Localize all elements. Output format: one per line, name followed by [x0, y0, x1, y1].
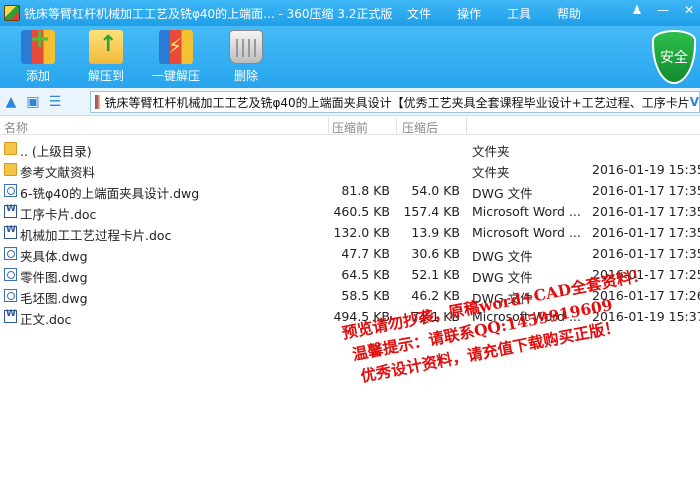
extract-icon	[89, 30, 123, 64]
minimize-icon[interactable]: —	[656, 3, 670, 17]
file-row[interactable]: 工序卡片.doc 460.5 KB 157.4 KB Microsoft Wor…	[0, 201, 700, 222]
file-name: .. (上级目录)	[20, 144, 92, 159]
window-controls: ♟ — ✕	[630, 3, 696, 17]
file-date: 2016-01-19 15:35	[592, 162, 700, 177]
security-shield-icon[interactable]: 安全	[652, 30, 696, 84]
file-date: 2016-01-17 17:35	[592, 183, 700, 198]
folder-icon	[4, 163, 17, 176]
address-bar: ▲ ▣ ☰ 铣床等臂杠杆机械加工工艺及铣φ40的上端面夹具设计【优秀工艺夹具全套…	[0, 88, 700, 116]
app-logo-icon	[4, 5, 20, 21]
file-date: 2016-01-17 17:35	[592, 246, 700, 261]
file-type: 文件夹	[472, 165, 510, 180]
word-file-icon	[4, 309, 17, 323]
toolbar: 添加 解压到 一键解压 删除 安全	[0, 24, 700, 88]
file-name: 零件图.dwg	[20, 270, 88, 285]
file-size: 64.5 KB	[341, 267, 390, 282]
file-packed-size: 30.6 KB	[411, 246, 460, 261]
menu-help[interactable]: 帮助	[544, 5, 594, 22]
file-size: 132.0 KB	[333, 225, 390, 240]
file-type: Microsoft Word ...	[472, 204, 581, 219]
file-row[interactable]: 参考文献资料 文件夹 2016-01-19 15:35	[0, 159, 700, 180]
file-packed-size: 157.4 KB	[403, 204, 460, 219]
file-name: 工序卡片.doc	[20, 207, 97, 222]
extract-label: 解压到	[87, 69, 124, 83]
skin-icon[interactable]: ♟	[630, 3, 644, 17]
folder-icon	[4, 142, 17, 155]
word-file-icon	[4, 225, 17, 239]
large-icons-view-icon[interactable]: ▣	[22, 91, 44, 113]
column-size[interactable]: 压缩前	[332, 119, 368, 136]
close-icon[interactable]: ✕	[682, 3, 696, 17]
trash-icon	[229, 30, 263, 64]
one-click-extract-label: 一键解压	[151, 69, 200, 83]
column-packed[interactable]: 压缩后	[402, 119, 438, 136]
shield-label: 安全	[660, 50, 688, 66]
column-divider[interactable]	[466, 117, 467, 135]
word-file-icon	[4, 204, 17, 218]
add-archive-icon	[21, 24, 55, 64]
file-name: 毛坯图.dwg	[20, 291, 88, 306]
list-header: 名称 压缩前 压缩后	[0, 117, 700, 135]
file-size: 58.5 KB	[341, 288, 390, 303]
path-field[interactable]: 铣床等臂杠杆机械加工工艺及铣φ40的上端面夹具设计【优秀工艺夹具全套课程毕业设计…	[90, 91, 700, 113]
add-label: 添加	[25, 69, 50, 83]
dwg-file-icon	[4, 184, 17, 197]
column-divider[interactable]	[396, 117, 397, 135]
file-type: DWG 文件	[472, 186, 533, 201]
menu-bar: 文件 操作 工具 帮助	[394, 5, 594, 22]
file-size: 81.8 KB	[341, 183, 390, 198]
file-type: DWG 文件	[472, 270, 533, 285]
column-name[interactable]: 名称	[4, 119, 28, 136]
menu-tools[interactable]: 工具	[494, 5, 544, 22]
one-click-extract-icon	[159, 30, 193, 64]
file-type: 文件夹	[472, 144, 510, 159]
file-type: DWG 文件	[472, 249, 533, 264]
file-packed-size: 54.0 KB	[411, 183, 460, 198]
delete-label: 删除	[233, 69, 258, 83]
file-date: 2016-01-17 17:35	[592, 225, 700, 240]
menu-file[interactable]: 文件	[394, 5, 444, 22]
dwg-file-icon	[4, 289, 17, 302]
archive-icon	[95, 95, 101, 109]
dwg-file-icon	[4, 268, 17, 281]
file-row[interactable]: 机械加工工艺过程卡片.doc 132.0 KB 13.9 KB Microsof…	[0, 222, 700, 243]
file-type: Microsoft Word ...	[472, 225, 581, 240]
file-size: 47.7 KB	[341, 246, 390, 261]
window-title: 铣床等臂杠杆机械加工工艺及铣φ40的上端面... - 360压缩 3.2正式版	[24, 6, 393, 21]
file-row[interactable]: .. (上级目录) 文件夹	[0, 138, 700, 159]
column-divider[interactable]	[328, 117, 329, 135]
up-arrow-icon[interactable]: ▲	[0, 91, 22, 113]
menu-operate[interactable]: 操作	[444, 5, 494, 22]
path-dropdown-icon[interactable]: V	[690, 95, 699, 109]
list-view-icon[interactable]: ☰	[44, 91, 66, 113]
path-text: 铣床等臂杠杆机械加工工艺及铣φ40的上端面夹具设计【优秀工艺夹具全套课程毕业设计…	[104, 95, 690, 110]
file-name: 6-铣φ40的上端面夹具设计.dwg	[20, 186, 200, 201]
file-date: 2016-01-17 17:35	[592, 204, 700, 219]
one-click-extract-button[interactable]: 一键解压	[140, 30, 212, 84]
file-packed-size: 13.9 KB	[411, 225, 460, 240]
dwg-file-icon	[4, 247, 17, 260]
file-row[interactable]: 夹具体.dwg 47.7 KB 30.6 KB DWG 文件 2016-01-1…	[0, 243, 700, 264]
title-bar: 铣床等臂杠杆机械加工工艺及铣φ40的上端面... - 360压缩 3.2正式版 …	[0, 0, 700, 26]
file-name: 机械加工工艺过程卡片.doc	[20, 228, 172, 243]
file-name: 正文.doc	[20, 312, 72, 327]
file-size: 460.5 KB	[333, 204, 390, 219]
extract-to-button[interactable]: 解压到	[70, 30, 142, 84]
file-row[interactable]: 6-铣φ40的上端面夹具设计.dwg 81.8 KB 54.0 KB DWG 文…	[0, 180, 700, 201]
file-name: 参考文献资料	[20, 165, 96, 180]
file-packed-size: 52.1 KB	[411, 267, 460, 282]
delete-button[interactable]: 删除	[210, 30, 282, 84]
file-name: 夹具体.dwg	[20, 249, 88, 264]
add-button[interactable]: 添加	[2, 24, 74, 84]
